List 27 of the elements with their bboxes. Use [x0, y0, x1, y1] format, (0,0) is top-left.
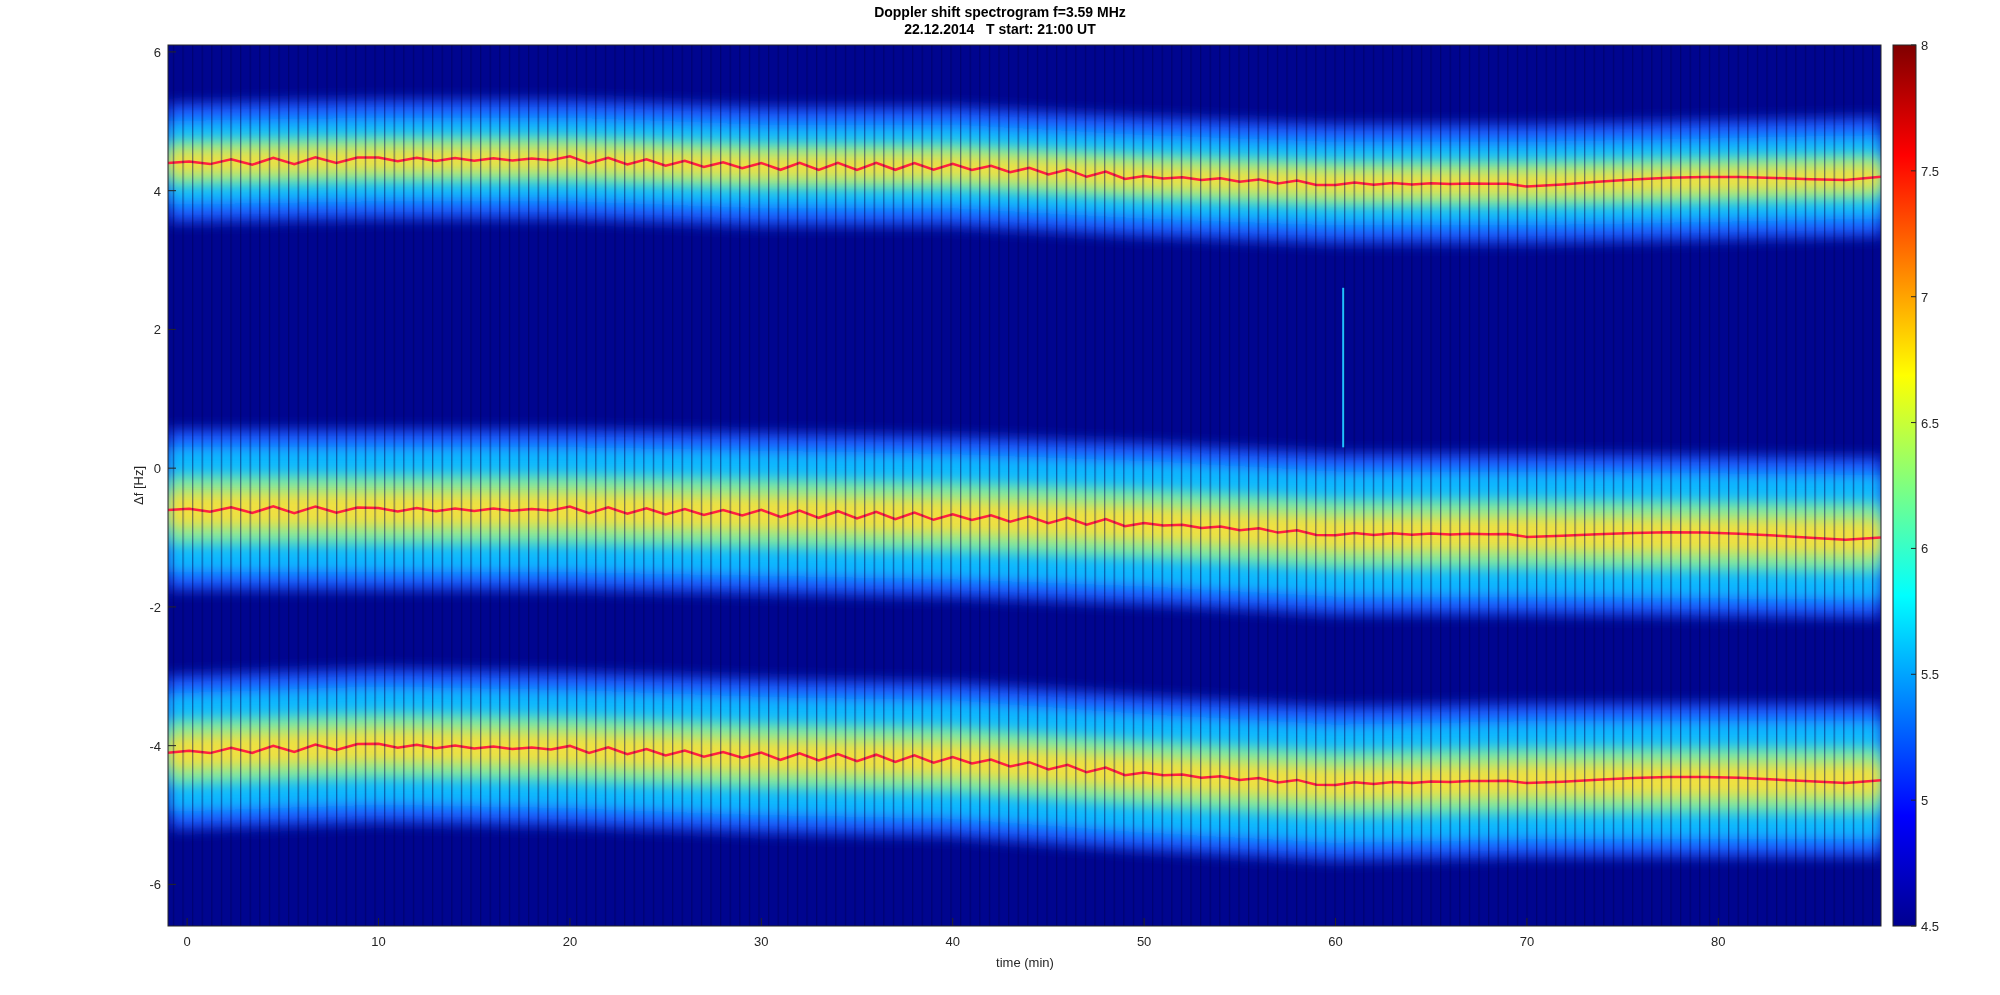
- colorbar-tick-label: 7.5: [1921, 163, 1940, 179]
- y-tick-label: 4: [153, 183, 161, 199]
- x-axis-label: time (min): [996, 955, 1054, 970]
- colorbar-tick-label: 4.5: [1921, 919, 1940, 934]
- y-tick-label: 6: [153, 44, 161, 60]
- colorbar-tick-label: 5: [1921, 793, 1929, 809]
- y-axis-label: Δf [Hz]: [131, 466, 146, 505]
- x-tick-label: 70: [1519, 934, 1535, 949]
- colorbar-tick-label: 6: [1921, 541, 1929, 557]
- colorbar-tick-label: 7: [1921, 289, 1929, 305]
- x-tick-label: 50: [1136, 934, 1152, 949]
- plot-title: Doppler shift spectrogram f=3.59 MHz 22.12.2014 T start: 21:00 UT: [874, 4, 1126, 37]
- colorbar-tick-label: 8: [1921, 38, 1929, 53]
- x-tick-label: 0: [183, 934, 191, 949]
- x-tick-label: 20: [562, 934, 578, 949]
- x-tick-label: 60: [1328, 934, 1343, 949]
- y-tick-label: -2: [149, 599, 161, 615]
- x-tick-label: 10: [371, 934, 386, 949]
- colorbar-tick-label: 6.5: [1921, 415, 1940, 431]
- colorbar-tick-label: 5.5: [1921, 667, 1940, 683]
- x-tick-label: 40: [945, 934, 960, 949]
- y-tick-label: 0: [153, 461, 161, 477]
- x-tick-label: 80: [1711, 934, 1726, 949]
- x-tick-label: 30: [754, 934, 769, 949]
- y-tick-label: -4: [149, 738, 161, 754]
- y-tick-label: 2: [153, 322, 161, 338]
- y-tick-label: -6: [149, 877, 161, 893]
